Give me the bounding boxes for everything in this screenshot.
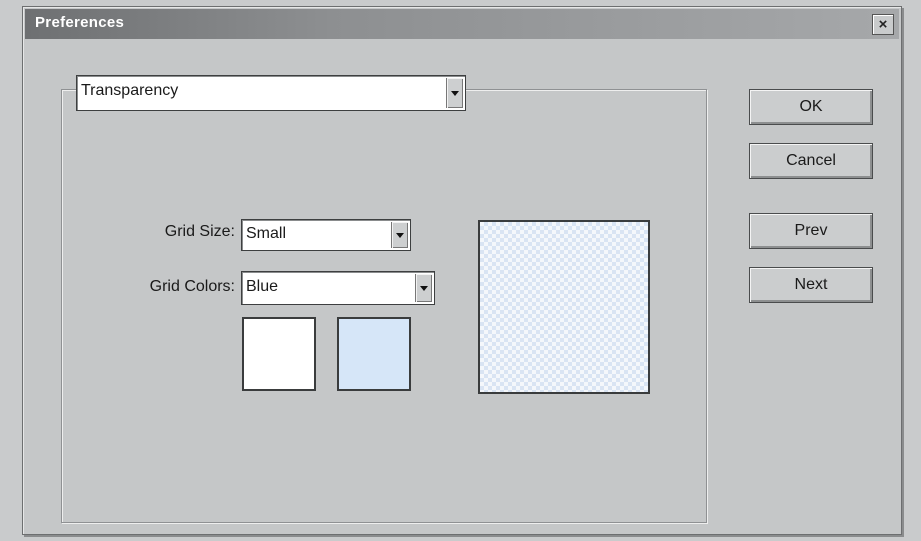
- chevron-down-icon[interactable]: [446, 78, 463, 108]
- ok-button[interactable]: OK: [749, 89, 873, 125]
- next-button[interactable]: Next: [749, 267, 873, 303]
- panel-select[interactable]: Transparency: [76, 75, 466, 111]
- grid-size-label: Grid Size:: [164, 223, 235, 240]
- grid-size-select[interactable]: Small: [241, 219, 411, 251]
- grid-color-swatch-2[interactable]: [337, 317, 411, 391]
- panel-select-value: Transparency: [81, 82, 179, 99]
- prev-button[interactable]: Prev: [749, 213, 873, 249]
- grid-colors-value: Blue: [246, 278, 279, 295]
- preferences-dialog: Preferences × Transparency Grid Size: Sm…: [22, 6, 902, 535]
- grid-color-swatch-1[interactable]: [242, 317, 316, 391]
- grid-size-value: Small: [246, 225, 287, 242]
- chevron-down-icon[interactable]: [391, 222, 408, 248]
- close-button[interactable]: ×: [872, 14, 894, 35]
- grid-colors-select[interactable]: Blue: [241, 271, 435, 305]
- chevron-down-icon[interactable]: [415, 274, 432, 302]
- grid-colors-label: Grid Colors:: [149, 278, 235, 295]
- cancel-button[interactable]: Cancel: [749, 143, 873, 179]
- window-title: Preferences: [35, 14, 125, 31]
- title-bar[interactable]: Preferences ×: [25, 9, 899, 39]
- transparency-preview: [478, 220, 650, 394]
- close-icon: ×: [878, 16, 888, 33]
